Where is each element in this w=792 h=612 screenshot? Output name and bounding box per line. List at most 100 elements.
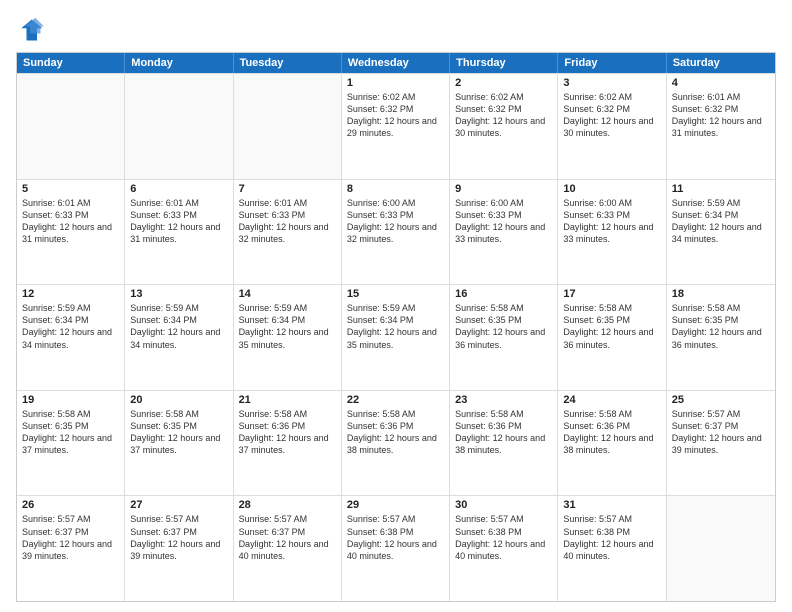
day-cell-31: 31Sunrise: 5:57 AM Sunset: 6:38 PM Dayli… (558, 496, 666, 601)
day-cell-3: 3 Sunrise: 6:02 AM Sunset: 6:32 PM Daylig… (558, 74, 666, 179)
day-cell-25: 25Sunrise: 5:57 AM Sunset: 6:37 PM Dayli… (667, 391, 775, 496)
day-number: 25 (672, 394, 770, 406)
day-info: Sunrise: 5:58 AM Sunset: 6:36 PM Dayligh… (563, 408, 660, 457)
day-cell-19: 19 Sunrise: 5:58 AM Sunset: 6:35 PM Dayli… (17, 391, 125, 496)
day-cell-1: 1 Sunrise: 6:02 AM Sunset: 6:32 PM Daylig… (342, 74, 450, 179)
logo-icon (16, 16, 44, 44)
calendar-row-2: 5 Sunrise: 6:01 AM Sunset: 6:33 PM Daylig… (17, 179, 775, 285)
calendar: SundayMondayTuesdayWednesdayThursdayFrid… (16, 52, 776, 602)
day-info: Sunrise: 6:02 AM Sunset: 6:32 PM Dayligh… (347, 91, 444, 140)
day-cell-16: 16 Sunrise: 5:58 AM Sunset: 6:35 PM Dayli… (450, 285, 558, 390)
day-number: 12 (22, 288, 119, 300)
day-number: 18 (672, 288, 770, 300)
day-cell-18: 18 Sunrise: 5:58 AM Sunset: 6:35 PM Dayli… (667, 285, 775, 390)
day-number: 16 (455, 288, 552, 300)
weekday-header-sunday: Sunday (17, 53, 125, 73)
day-number: 27 (130, 499, 227, 511)
day-number: 2 (455, 77, 552, 89)
day-cell-5: 5 Sunrise: 6:01 AM Sunset: 6:33 PM Daylig… (17, 180, 125, 285)
weekday-header-monday: Monday (125, 53, 233, 73)
day-cell-22: 22 Sunrise: 5:58 AM Sunset: 6:36 PM Dayli… (342, 391, 450, 496)
day-number: 29 (347, 499, 444, 511)
day-cell-12: 12 Sunrise: 5:59 AM Sunset: 6:34 PM Dayli… (17, 285, 125, 390)
day-info: Sunrise: 5:58 AM Sunset: 6:35 PM Dayligh… (130, 408, 227, 457)
day-cell-2: 2 Sunrise: 6:02 AM Sunset: 6:32 PM Daylig… (450, 74, 558, 179)
day-number: 26 (22, 499, 119, 511)
day-cell-23: 23 Sunrise: 5:58 AM Sunset: 6:36 PM Dayli… (450, 391, 558, 496)
day-cell-21: 21 Sunrise: 5:58 AM Sunset: 6:36 PM Dayli… (234, 391, 342, 496)
day-number: 17 (563, 288, 660, 300)
day-number: 23 (455, 394, 552, 406)
day-cell-15: 15Sunrise: 5:59 AM Sunset: 6:34 PM Dayli… (342, 285, 450, 390)
day-number: 8 (347, 183, 444, 195)
day-cell-9: 9Sunrise: 6:00 AM Sunset: 6:33 PM Daylig… (450, 180, 558, 285)
day-info: Sunrise: 6:00 AM Sunset: 6:33 PM Dayligh… (563, 197, 660, 246)
day-number: 19 (22, 394, 119, 406)
day-info: Sunrise: 5:58 AM Sunset: 6:36 PM Dayligh… (239, 408, 336, 457)
day-cell-30: 30 Sunrise: 5:57 AM Sunset: 6:38 PM Dayli… (450, 496, 558, 601)
day-info: Sunrise: 6:02 AM Sunset: 6:32 PM Dayligh… (563, 91, 660, 140)
day-info: Sunrise: 6:01 AM Sunset: 6:33 PM Dayligh… (239, 197, 336, 246)
day-info: Sunrise: 5:57 AM Sunset: 6:38 PM Dayligh… (563, 513, 660, 562)
day-cell-29: 29 Sunrise: 5:57 AM Sunset: 6:38 PM Dayli… (342, 496, 450, 601)
day-number: 30 (455, 499, 552, 511)
day-cell-27: 27 Sunrise: 5:57 AM Sunset: 6:37 PM Dayli… (125, 496, 233, 601)
day-info: Sunrise: 6:01 AM Sunset: 6:32 PM Dayligh… (672, 91, 770, 140)
day-info: Sunrise: 6:01 AM Sunset: 6:33 PM Dayligh… (22, 197, 119, 246)
day-info: Sunrise: 5:58 AM Sunset: 6:35 PM Dayligh… (22, 408, 119, 457)
calendar-header: SundayMondayTuesdayWednesdayThursdayFrid… (17, 53, 775, 73)
day-number: 10 (563, 183, 660, 195)
day-info: Sunrise: 5:59 AM Sunset: 6:34 PM Dayligh… (22, 302, 119, 351)
calendar-row-4: 19 Sunrise: 5:58 AM Sunset: 6:35 PM Dayli… (17, 390, 775, 496)
day-info: Sunrise: 5:57 AM Sunset: 6:38 PM Dayligh… (347, 513, 444, 562)
weekday-header-wednesday: Wednesday (342, 53, 450, 73)
day-number: 9 (455, 183, 552, 195)
day-number: 5 (22, 183, 119, 195)
day-cell-8: 8 Sunrise: 6:00 AM Sunset: 6:33 PM Daylig… (342, 180, 450, 285)
day-number: 11 (672, 183, 770, 195)
day-cell-28: 28 Sunrise: 5:57 AM Sunset: 6:37 PM Dayli… (234, 496, 342, 601)
day-number: 28 (239, 499, 336, 511)
day-number: 22 (347, 394, 444, 406)
day-number: 3 (563, 77, 660, 89)
day-cell-26: 26Sunrise: 5:57 AM Sunset: 6:37 PM Dayli… (17, 496, 125, 601)
day-info: Sunrise: 5:58 AM Sunset: 6:35 PM Dayligh… (563, 302, 660, 351)
day-number: 4 (672, 77, 770, 89)
day-number: 24 (563, 394, 660, 406)
calendar-row-3: 12 Sunrise: 5:59 AM Sunset: 6:34 PM Dayli… (17, 284, 775, 390)
day-info: Sunrise: 5:57 AM Sunset: 6:38 PM Dayligh… (455, 513, 552, 562)
day-cell-14: 14 Sunrise: 5:59 AM Sunset: 6:34 PM Dayli… (234, 285, 342, 390)
page: SundayMondayTuesdayWednesdayThursdayFrid… (0, 0, 792, 612)
day-cell-empty-4-6 (667, 496, 775, 601)
day-number: 13 (130, 288, 227, 300)
day-info: Sunrise: 5:58 AM Sunset: 6:35 PM Dayligh… (455, 302, 552, 351)
calendar-body: 1 Sunrise: 6:02 AM Sunset: 6:32 PM Daylig… (17, 73, 775, 601)
day-cell-empty-0-1 (125, 74, 233, 179)
day-info: Sunrise: 5:57 AM Sunset: 6:37 PM Dayligh… (130, 513, 227, 562)
day-info: Sunrise: 5:59 AM Sunset: 6:34 PM Dayligh… (239, 302, 336, 351)
day-cell-4: 4 Sunrise: 6:01 AM Sunset: 6:32 PM Daylig… (667, 74, 775, 179)
day-info: Sunrise: 6:02 AM Sunset: 6:32 PM Dayligh… (455, 91, 552, 140)
day-info: Sunrise: 5:58 AM Sunset: 6:35 PM Dayligh… (672, 302, 770, 351)
day-info: Sunrise: 5:59 AM Sunset: 6:34 PM Dayligh… (672, 197, 770, 246)
day-info: Sunrise: 6:01 AM Sunset: 6:33 PM Dayligh… (130, 197, 227, 246)
calendar-row-5: 26 Sunrise: 5:57 AM Sunset: 6:37 PM Dayli… (17, 495, 775, 601)
day-cell-11: 11 Sunrise: 5:59 AM Sunset: 6:34 PM Dayli… (667, 180, 775, 285)
day-number: 1 (347, 77, 444, 89)
day-info: Sunrise: 5:57 AM Sunset: 6:37 PM Dayligh… (239, 513, 336, 562)
day-cell-13: 13Sunrise: 5:59 AM Sunset: 6:34 PM Dayli… (125, 285, 233, 390)
day-info: Sunrise: 5:58 AM Sunset: 6:36 PM Dayligh… (455, 408, 552, 457)
day-number: 20 (130, 394, 227, 406)
day-number: 6 (130, 183, 227, 195)
day-cell-24: 24 Sunrise: 5:58 AM Sunset: 6:36 PM Dayli… (558, 391, 666, 496)
day-number: 14 (239, 288, 336, 300)
weekday-header-thursday: Thursday (450, 53, 558, 73)
logo (16, 16, 48, 44)
day-info: Sunrise: 6:00 AM Sunset: 6:33 PM Dayligh… (347, 197, 444, 246)
day-info: Sunrise: 5:58 AM Sunset: 6:36 PM Dayligh… (347, 408, 444, 457)
day-cell-empty-0-2 (234, 74, 342, 179)
day-number: 21 (239, 394, 336, 406)
day-number: 7 (239, 183, 336, 195)
day-number: 15 (347, 288, 444, 300)
weekday-header-friday: Friday (558, 53, 666, 73)
